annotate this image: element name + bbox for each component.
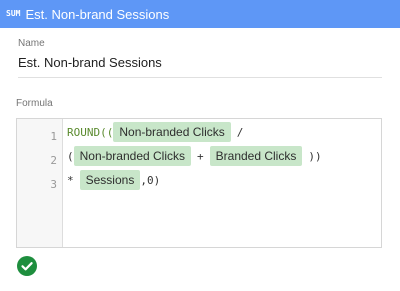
- field-chip-non-branded-clicks[interactable]: Non-branded Clicks: [113, 122, 231, 142]
- field-chip-branded-clicks[interactable]: Branded Clicks: [209, 146, 303, 166]
- function-round: ROUND((: [67, 125, 114, 139]
- formula-editor[interactable]: 1 2 3 ROUND(( Non-branded Clicks / ( Non…: [16, 118, 382, 248]
- line-number: 1: [50, 130, 57, 143]
- formula-line-3[interactable]: * Sessions ,0): [67, 170, 160, 190]
- open-paren: (: [67, 149, 74, 163]
- operator-multiply: *: [67, 173, 74, 187]
- panel-header: SUM Est. Non-brand Sessions: [0, 0, 400, 28]
- name-label: Name: [18, 38, 45, 49]
- name-input[interactable]: Est. Non-brand Sessions: [18, 55, 382, 78]
- check-circle-icon: [17, 256, 37, 276]
- operator-plus: +: [197, 149, 204, 163]
- close-parens: )): [308, 149, 322, 163]
- formula-label: Formula: [16, 98, 53, 109]
- line-number-gutter: 1 2 3: [17, 119, 63, 247]
- panel-title: Est. Non-brand Sessions: [25, 6, 170, 22]
- field-chip-non-branded-clicks[interactable]: Non-branded Clicks: [73, 146, 192, 166]
- calculated-field-panel: SUM Est. Non-brand Sessions Name Est. No…: [0, 0, 400, 291]
- formula-line-2[interactable]: ( Non-branded Clicks + Branded Clicks )): [67, 146, 322, 166]
- line-number: 2: [50, 154, 57, 167]
- sum-icon: SUM: [6, 9, 21, 18]
- formula-tail: ,0): [140, 173, 161, 187]
- line-number: 3: [50, 178, 57, 191]
- formula-line-1[interactable]: ROUND(( Non-branded Clicks /: [67, 122, 243, 142]
- field-chip-sessions[interactable]: Sessions: [79, 170, 141, 190]
- operator-divide: /: [236, 125, 244, 139]
